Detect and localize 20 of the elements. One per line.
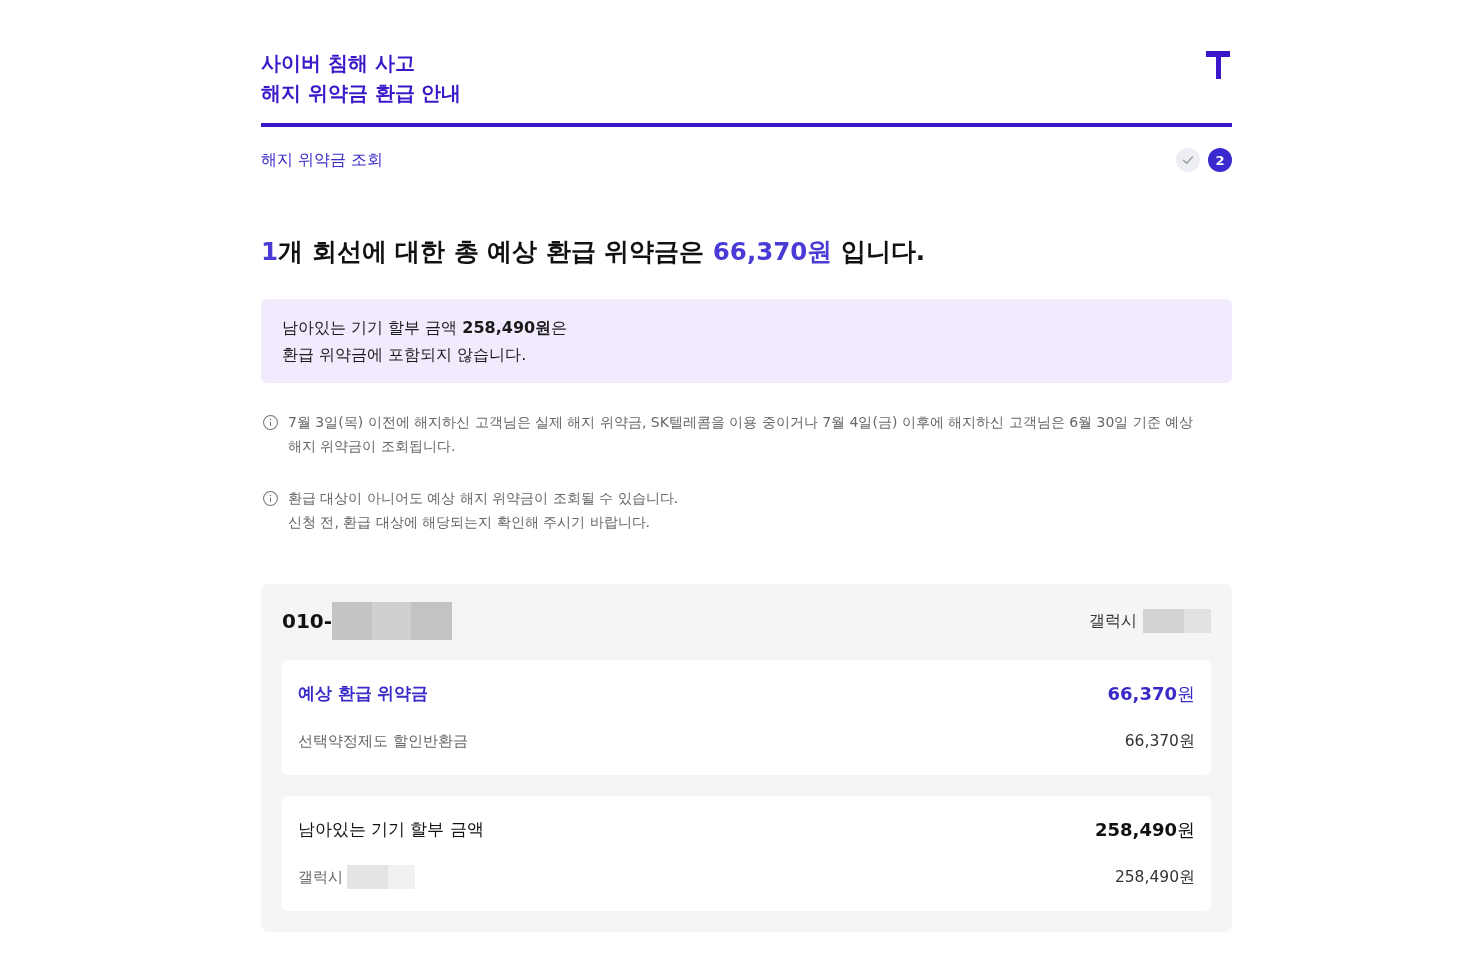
step-title: 해지 위약금 조회 bbox=[261, 149, 383, 171]
logo-icon bbox=[1206, 51, 1230, 79]
summary-headline: 1개 회선에 대한 총 예상 환급 위약금은 66,370원 입니다. bbox=[261, 236, 927, 268]
item-value: 258,490원 bbox=[1114, 866, 1195, 888]
info-icon bbox=[263, 491, 278, 506]
item-label: 선택약정제도 할인반환금 bbox=[298, 731, 468, 751]
section-title: 예상 환급 위약금 bbox=[298, 683, 429, 705]
device-name: 갤럭시 bbox=[1089, 610, 1137, 632]
amount-text: 258,490원 bbox=[1095, 818, 1195, 842]
note-text: 환급 대상이 아니어도 예상 해지 위약금이 조회될 수 있습니다. 신청 전, 환급 대상에 해당되는지 확인해 주시기 바랍니다. bbox=[288, 489, 679, 532]
item-value: 66,370원 bbox=[1124, 730, 1195, 752]
phone-number: 010- bbox=[282, 609, 333, 633]
info-icon bbox=[263, 415, 278, 430]
item-label: 갤럭시 bbox=[298, 867, 343, 887]
section-title: 남아있는 기기 할부 금액 bbox=[298, 819, 484, 841]
amount-text: 66,370원 bbox=[1107, 682, 1195, 706]
step-number: 2 bbox=[1208, 148, 1232, 172]
note-text: 7월 3일(목) 이전에 해지하신 고객님은 실제 해지 위약금, SK텔레콤을 이용 중이거나 7월 4일(금) 이후에 해지하신 고객님은 6월 30일 기준 예상 해지 위약금이 조회됩니다. bbox=[288, 413, 1194, 456]
page-title: 사이버 침해 사고 해지 위약금 환급 안내 bbox=[261, 51, 462, 107]
notice-text: 남아있는 기기 할부 금액 258,490원은 환급 위약금에 포함되지 않습니다. bbox=[282, 317, 569, 366]
